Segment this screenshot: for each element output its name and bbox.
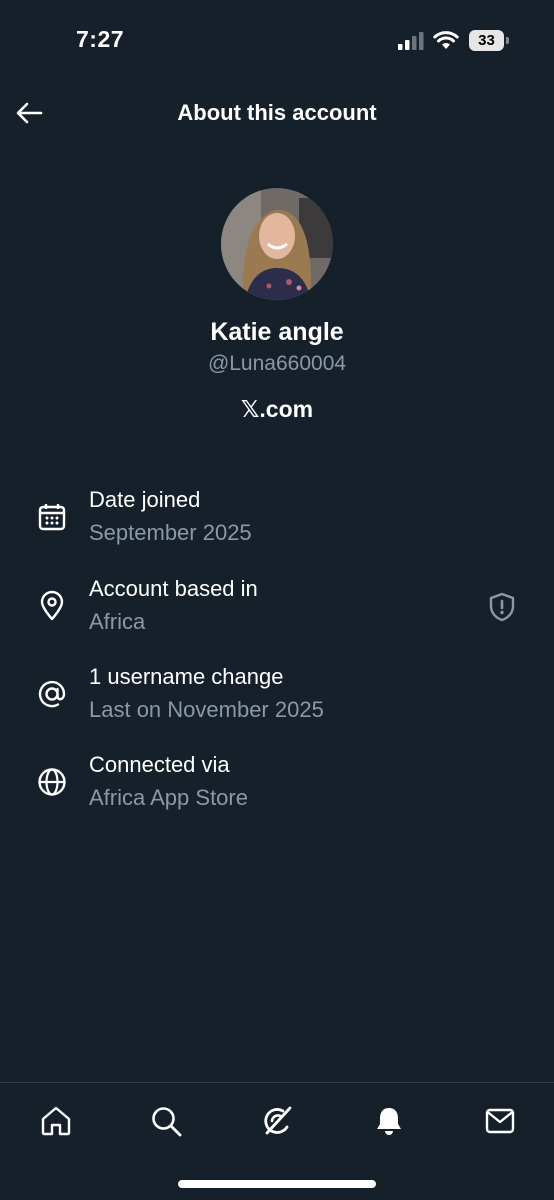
messages-envelope-icon — [485, 1108, 515, 1134]
shield-icon[interactable] — [487, 591, 517, 623]
cellular-signal-icon — [398, 32, 424, 50]
info-row-date-joined: Date joined September 2025 — [0, 487, 554, 557]
nav-grok[interactable] — [257, 1101, 297, 1141]
page-title: About this account — [177, 100, 377, 125]
calendar-icon — [38, 504, 66, 531]
battery-indicator: 33 — [469, 30, 509, 51]
at-sign-icon — [38, 680, 66, 708]
display-name: Katie angle — [210, 318, 344, 346]
info-title: Date joined — [89, 487, 201, 512]
header: About this account — [0, 84, 554, 144]
wifi-icon — [433, 31, 459, 49]
grok-icon — [264, 1106, 292, 1135]
info-title: Connected via — [89, 752, 230, 777]
search-icon — [152, 1107, 182, 1137]
info-value: September 2025 — [89, 520, 252, 545]
battery-level: 33 — [469, 30, 504, 51]
info-title: Account based in — [89, 576, 258, 601]
info-row-account-location: Account based in Africa — [0, 576, 554, 646]
info-value: Last on November 2025 — [89, 697, 324, 722]
battery-cap — [506, 37, 509, 44]
username-handle: @Luna660004 — [207, 352, 347, 375]
avatar[interactable] — [221, 188, 333, 300]
home-indicator[interactable] — [178, 1180, 376, 1188]
status-bar: 7:27 33 — [0, 0, 554, 80]
nav-home[interactable] — [36, 1101, 76, 1141]
nav-messages[interactable] — [480, 1101, 520, 1141]
profile-photo — [221, 188, 333, 300]
info-row-username-changes: 1 username change Last on November 2025 — [0, 664, 554, 734]
notifications-bell-icon — [377, 1108, 401, 1135]
status-time: 7:27 — [76, 26, 125, 52]
home-icon — [41, 1106, 71, 1136]
nav-notifications[interactable] — [369, 1101, 409, 1141]
info-value: Africa — [89, 609, 146, 634]
info-value: Africa App Store — [89, 785, 248, 810]
info-row-connected-via: Connected via Africa App Store — [0, 752, 554, 822]
globe-icon — [38, 768, 66, 796]
nav-search[interactable] — [146, 1101, 186, 1141]
site-label: 𝕏.com — [240, 396, 314, 422]
location-pin-icon — [40, 590, 64, 621]
about-account-screen: 7:27 33 About this account Katie angle @… — [0, 0, 554, 1200]
info-title: 1 username change — [89, 664, 284, 689]
